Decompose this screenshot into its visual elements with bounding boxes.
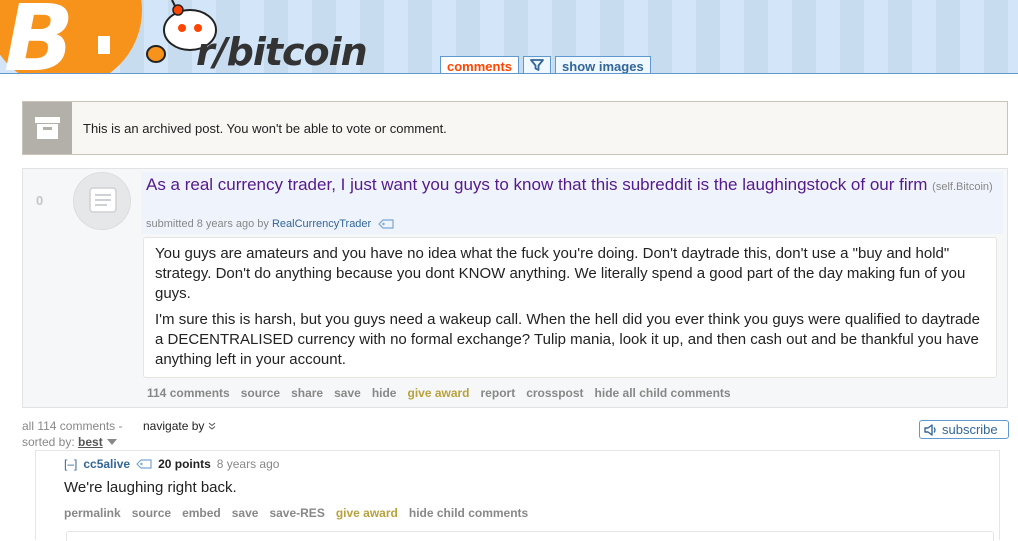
hide-all-child-comments-link[interactable]: hide all child comments (595, 386, 731, 400)
hide-child-comments-link[interactable]: hide child comments (409, 506, 528, 520)
share-link[interactable]: share (291, 386, 323, 400)
comment-points: 20 points (158, 457, 211, 471)
navigate-by[interactable]: navigate by (143, 419, 216, 433)
subreddit-title[interactable]: r/bitcoin (196, 30, 368, 74)
tab-show-images[interactable]: show images (555, 56, 651, 74)
comment-time: 8 years ago (216, 457, 280, 471)
sort-dropdown[interactable]: best (78, 435, 103, 449)
post-body-paragraph: You guys are amateurs and you have no id… (155, 245, 966, 302)
collapse-comment-button[interactable]: [–] (64, 457, 77, 471)
svg-text:B: B (4, 0, 74, 74)
navigate-by-label: navigate by (143, 419, 205, 433)
comment-author-link[interactable]: cc5alive (83, 457, 130, 471)
user-tag-icon[interactable] (136, 459, 152, 469)
comments-link[interactable]: 114 comments (147, 386, 230, 400)
crosspost-link[interactable]: crosspost (526, 386, 583, 400)
comment: [–] cc5alive 20 points 8 years ago We're… (35, 450, 1000, 541)
bitcoin-b-logo[interactable]: B . (0, 0, 144, 74)
subscribe-button[interactable]: subscribe (919, 420, 1009, 439)
header-divider (0, 73, 1018, 74)
post-score: 0 (36, 193, 44, 208)
report-link[interactable]: report (481, 386, 516, 400)
comment-buttons: permalink source embed save save-RES giv… (64, 506, 528, 520)
submitted-text: submitted 8 years ago by (146, 218, 269, 230)
post-body: You guys are amateurs and you have no id… (143, 237, 997, 378)
archived-notice: This is an archived post. You won't be a… (22, 101, 1008, 155)
comment-count-label: all 114 comments (22, 419, 116, 433)
source-link[interactable]: source (132, 506, 171, 520)
archived-message: This is an archived post. You won't be a… (83, 121, 447, 136)
post: 0 As a real currency trader, I just want… (22, 168, 1008, 408)
give-award-link[interactable]: give award (336, 506, 398, 520)
post-body-paragraph: I'm sure this is harsh, but you guys nee… (155, 311, 980, 368)
rss-subscribe-icon (924, 423, 936, 436)
embed-link[interactable]: embed (182, 506, 221, 520)
post-domain[interactable]: (self.Bitcoin) (932, 181, 993, 193)
post-buttons: 114 comments source share save hide give… (147, 386, 731, 400)
source-link[interactable]: source (241, 386, 280, 400)
tab-filter[interactable] (523, 56, 552, 74)
self-post-icon (89, 187, 117, 213)
archive-box-icon (35, 117, 60, 139)
sort-control: sorted by: best (22, 435, 118, 449)
dropdown-arrow-icon[interactable] (106, 438, 118, 446)
comment-body: We're laughing right back. (64, 479, 237, 496)
funnel-icon (530, 59, 544, 71)
post-title-line: As a real currency trader, I just want y… (146, 174, 996, 198)
comment-count: all 114 comments - (22, 419, 123, 433)
separator: - (118, 419, 123, 433)
hide-link[interactable]: hide (372, 386, 397, 400)
post-thumbnail[interactable] (73, 172, 131, 230)
post-title[interactable]: As a real currency trader, I just want y… (146, 175, 927, 194)
header: B . r/bitcoin comments show images (0, 0, 1018, 74)
save-res-link[interactable]: save-RES (269, 506, 324, 520)
user-tag-icon[interactable] (378, 219, 394, 229)
save-link[interactable]: save (232, 506, 259, 520)
save-link[interactable]: save (334, 386, 361, 400)
post-header: As a real currency trader, I just want y… (141, 172, 1003, 234)
give-award-link[interactable]: give award (407, 386, 469, 400)
permalink-link[interactable]: permalink (64, 506, 121, 520)
tab-comments[interactable]: comments (440, 56, 520, 74)
double-chevron-down-icon (208, 422, 216, 430)
sorted-by-label: sorted by: (22, 435, 75, 449)
archived-icon-box (23, 102, 72, 154)
tab-menu: comments show images (440, 56, 651, 74)
subscribe-label: subscribe (942, 422, 998, 437)
post-author-link[interactable]: RealCurrencyTrader (272, 218, 371, 230)
comment-tagline: [–] cc5alive 20 points 8 years ago (64, 457, 279, 471)
post-tagline: submitted 8 years ago by RealCurrencyTra… (146, 218, 394, 230)
